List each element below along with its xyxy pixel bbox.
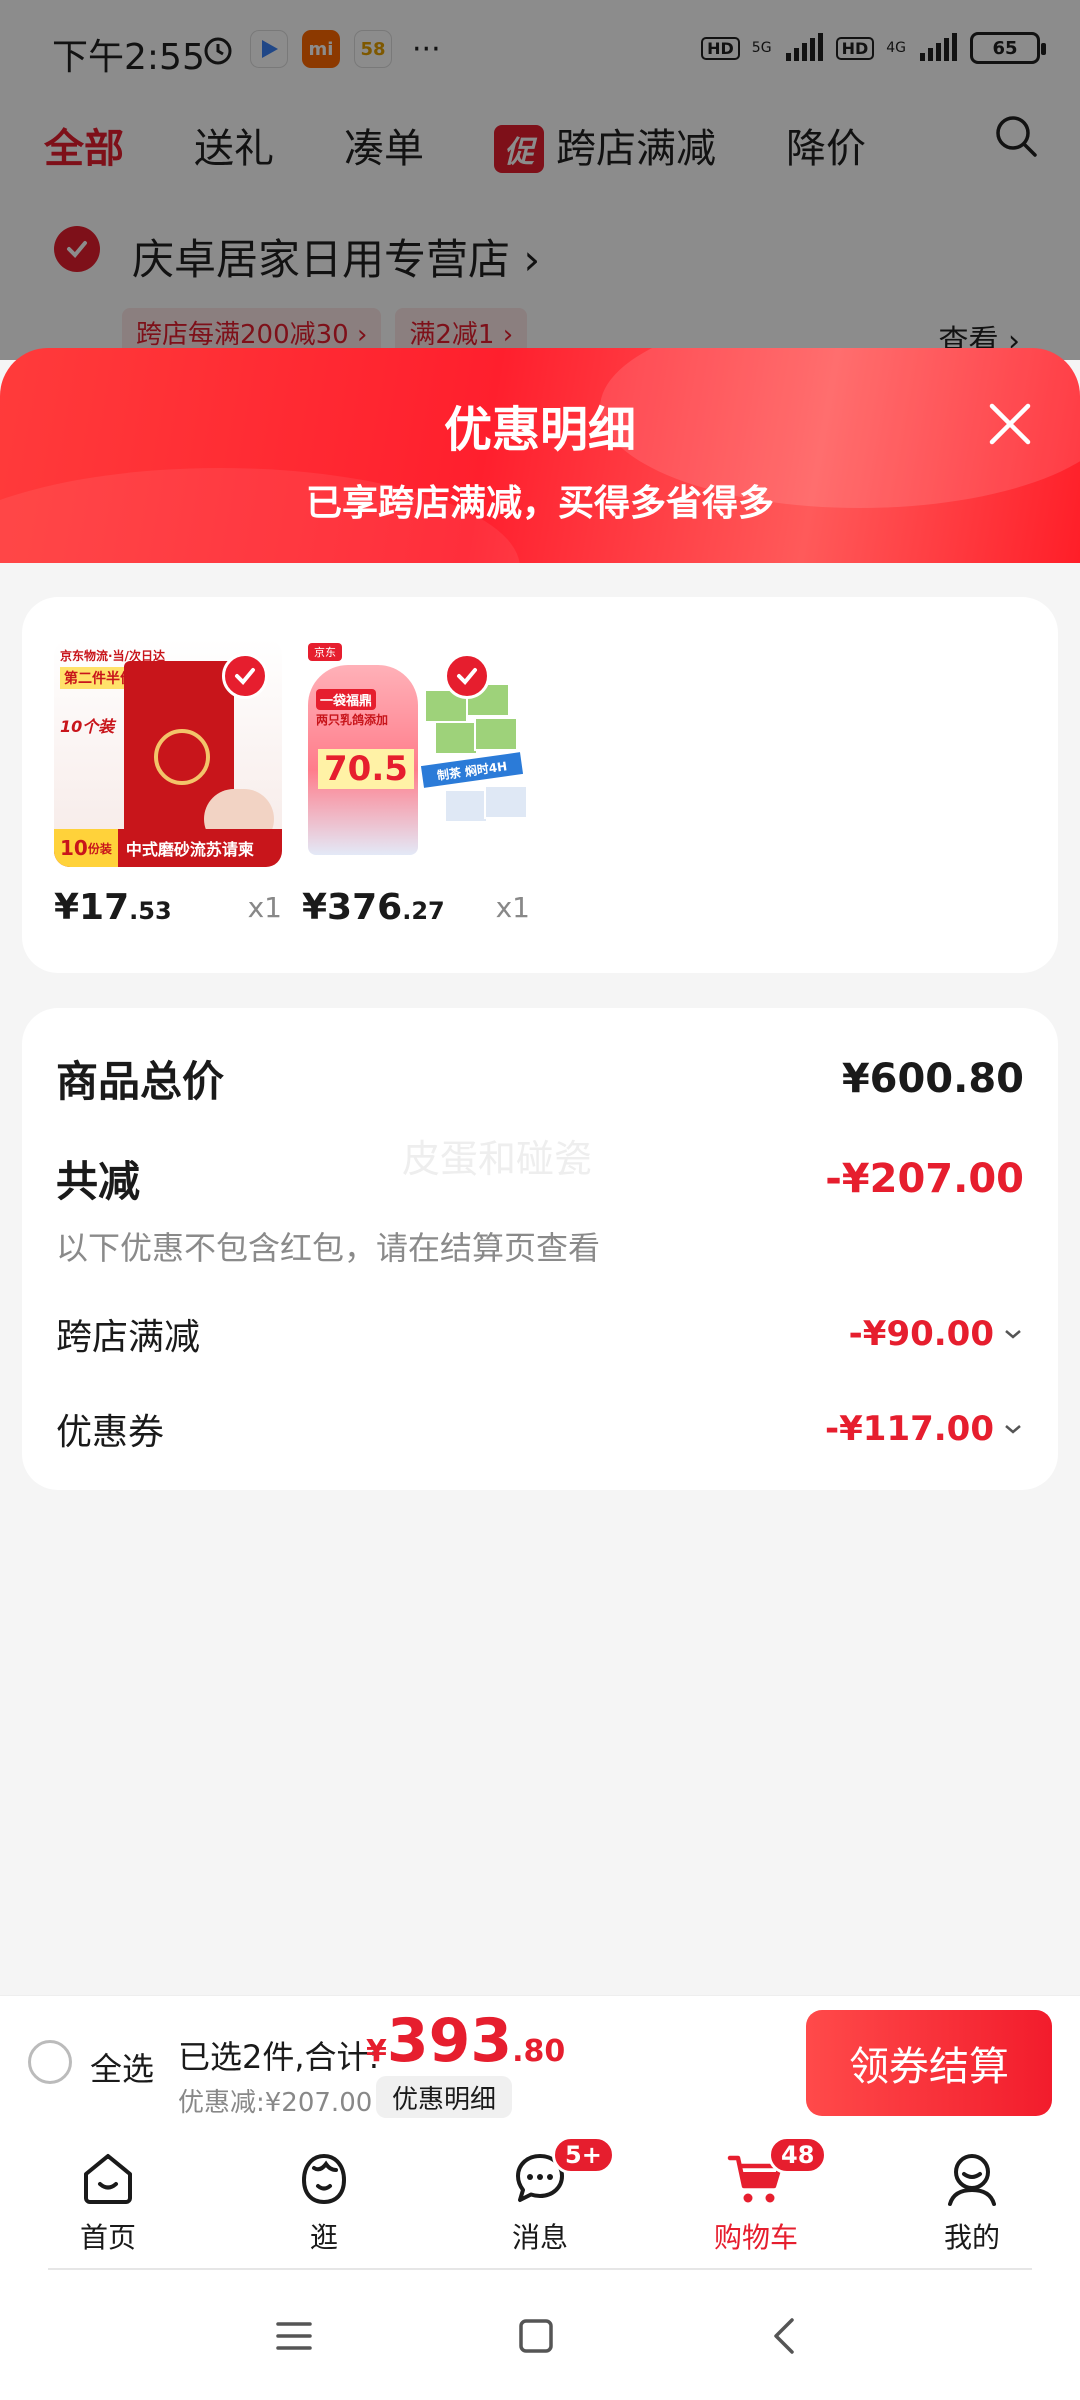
product-price-int: ¥376 — [302, 887, 403, 928]
sheet-title: 优惠明细 — [443, 402, 636, 458]
dim-overlay[interactable] — [0, 0, 1080, 360]
total-price-value: ¥600.80 — [841, 1055, 1024, 1102]
product-image-banner: 10 份装 中式磨砂流苏请柬 — [54, 829, 282, 867]
nav-home[interactable]: 首页 — [0, 2130, 216, 2270]
nav-profile[interactable]: 我的 — [864, 2130, 1080, 2270]
product-image-text: 份装 — [87, 841, 112, 856]
product-qty: x1 — [495, 891, 530, 924]
nav-discover[interactable]: 逛 — [216, 2130, 432, 2270]
product-image-text: 京东 — [308, 643, 342, 661]
selected-count-text: 已选2件,合计: — [178, 2038, 380, 2076]
discover-icon — [301, 2153, 347, 2205]
product-price-row: ¥17.53 x1 — [54, 881, 282, 941]
select-all-checkbox[interactable] — [28, 2040, 72, 2084]
total-reduce-label: 共减 — [56, 1157, 141, 1206]
checkout-total: ¥393.80 — [366, 2006, 565, 2076]
reduce-note: 以下优惠不包含红包，请在结算页查看 — [56, 1229, 601, 1267]
checkout-bar: 全选 已选2件,合计: ¥393.80 优惠减:¥207.00 优惠明细 领券结… — [0, 1995, 1080, 2130]
price-summary-card: 皮蛋和碰瓷 商品总价 ¥600.80 共减 -¥207.00 以下优惠不包含红包… — [22, 1008, 1058, 1490]
profile-icon — [948, 2154, 996, 2206]
check-icon — [235, 668, 255, 685]
discount-sheet-body: 京东物流·当/次日达 第二件半价 10个装 10 份装 中式磨砂流苏请柬 ¥17.… — [0, 563, 1080, 1995]
product-image-text: 两只乳鸽添加 — [316, 713, 389, 727]
box-graphic — [474, 717, 518, 751]
total-price-row: 商品总价 ¥600.80 — [56, 1048, 1024, 1109]
total-reduce-value: -¥207.00 — [825, 1155, 1024, 1202]
product-item[interactable]: 京东 一袋福鼎 两只乳鸽添加 70.5 制茶 焖时4H ¥376.27 x1 — [302, 639, 530, 941]
box-graphic — [484, 785, 528, 819]
medallion-graphic — [154, 729, 210, 785]
discount-value: -¥90.00 — [849, 1314, 1024, 1354]
product-checkbox[interactable] — [444, 653, 490, 699]
discount-row-cross-store[interactable]: 跨店满减 -¥90.00 — [56, 1308, 1024, 1360]
nav-label: 我的 — [943, 2221, 1000, 2254]
menu-icon[interactable] — [272, 2314, 316, 2358]
box-graphic — [434, 721, 478, 755]
check-icon — [457, 668, 477, 685]
product-price-dec: .27 — [402, 897, 445, 925]
nav-label: 逛 — [309, 2221, 338, 2254]
home-square-icon[interactable] — [514, 2314, 558, 2358]
checkout-total-int: 393 — [386, 2006, 513, 2076]
discount-sheet-header: 优惠明细 已享跨店满减，买得多省得多 — [0, 348, 1080, 563]
total-reduce-row: 共减 -¥207.00 — [56, 1148, 1024, 1209]
box-graphic — [444, 789, 488, 823]
nav-badge: 5+ — [552, 2136, 615, 2174]
checkout-total-currency: ¥ — [366, 2034, 387, 2069]
discount-value-text: -¥117.00 — [825, 1409, 994, 1449]
product-image-text: 中式磨砂流苏请柬 — [125, 840, 254, 859]
home-icon — [84, 2154, 132, 2204]
checkout-total-dec: .80 — [512, 2034, 566, 2069]
product-price: ¥376.27 — [302, 887, 445, 928]
close-icon[interactable] — [982, 396, 1038, 452]
system-nav-bar — [0, 2270, 1080, 2400]
sheet-subtitle: 已享跨店满减，买得多省得多 — [305, 483, 774, 524]
product-image-text: 10 — [60, 836, 88, 860]
discount-label: 跨店满减 — [56, 1317, 201, 1358]
total-price-label: 商品总价 — [56, 1057, 225, 1106]
cart-page-background: 下午2:55 mi 58 ··· HD 5G HD 4G 65 全部 送礼 凑单… — [0, 0, 1080, 390]
product-image-text: 10个装 — [60, 717, 115, 736]
product-image-text: 70.5 — [318, 749, 414, 789]
product-image-cat-treat: 京东 一袋福鼎 两只乳鸽添加 70.5 制茶 焖时4H — [302, 639, 530, 867]
discount-label: 优惠券 — [56, 1412, 165, 1453]
product-price-dec: .53 — [129, 897, 172, 925]
checkout-discount-text: 优惠减:¥207.00 — [178, 2088, 373, 2118]
product-qty: x1 — [247, 891, 282, 924]
back-icon[interactable] — [764, 2314, 808, 2358]
products-card: 京东物流·当/次日达 第二件半价 10个装 10 份装 中式磨砂流苏请柬 ¥17.… — [22, 597, 1058, 973]
product-checkbox[interactable] — [222, 653, 268, 699]
discount-value-text: -¥90.00 — [848, 1314, 994, 1354]
nav-cart[interactable]: 48 购物车 — [648, 2130, 864, 2270]
bottom-nav: 首页 逛 5+ 消息 48 购物车 我的 — [0, 2130, 1080, 2270]
discount-detail-button[interactable]: 优惠明细 — [376, 2076, 513, 2118]
product-image-invitation: 京东物流·当/次日达 第二件半价 10个装 10 份装 中式磨砂流苏请柬 — [54, 639, 282, 867]
nav-badge: 48 — [768, 2136, 828, 2174]
nav-label: 消息 — [511, 2221, 568, 2254]
product-price-row: ¥376.27 x1 — [302, 881, 530, 941]
product-image-text: 一袋福鼎 — [316, 689, 377, 710]
nav-messages[interactable]: 5+ 消息 — [432, 2130, 648, 2270]
nav-label: 购物车 — [713, 2221, 798, 2254]
chevron-down-icon — [1005, 1330, 1021, 1339]
product-image-text: 10 份装 — [54, 829, 118, 867]
checkout-button[interactable]: 领券结算 — [806, 2010, 1052, 2116]
discount-row-coupon[interactable]: 优惠券 -¥117.00 — [56, 1403, 1024, 1455]
product-price: ¥17.53 — [54, 887, 172, 928]
select-all-label[interactable]: 全选 — [90, 2044, 154, 2090]
chevron-down-icon — [1005, 1425, 1021, 1434]
nav-label: 首页 — [79, 2221, 136, 2254]
product-price-int: ¥17 — [54, 887, 130, 928]
discount-value: -¥117.00 — [825, 1409, 1024, 1449]
product-item[interactable]: 京东物流·当/次日达 第二件半价 10个装 10 份装 中式磨砂流苏请柬 ¥17.… — [54, 639, 282, 941]
